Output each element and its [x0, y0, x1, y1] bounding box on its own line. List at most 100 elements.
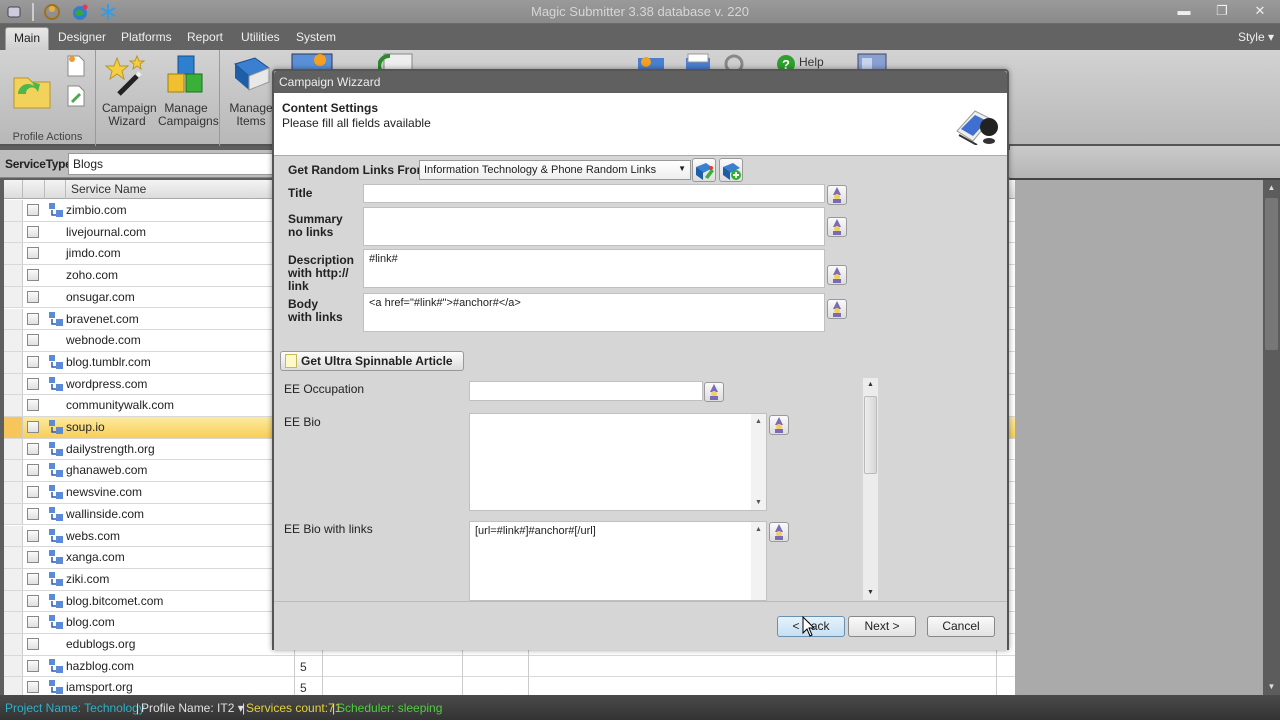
row-selector[interactable] [4, 330, 23, 351]
row-selector[interactable] [4, 200, 23, 221]
cancel-button[interactable]: Cancel [927, 616, 995, 637]
bio-scrollbar[interactable]: ▲ ▼ [751, 414, 766, 510]
row-checkbox[interactable] [27, 659, 39, 672]
row-checkbox[interactable] [27, 638, 39, 650]
summary-input[interactable] [363, 207, 825, 246]
row-checkbox[interactable] [27, 507, 39, 520]
summary-spin-button[interactable] [827, 217, 847, 237]
checkbox-column-header[interactable] [23, 180, 45, 199]
table-row[interactable]: hazblog.com 5 [4, 655, 1015, 678]
add-links-button[interactable] [719, 158, 743, 182]
row-checkbox[interactable] [27, 529, 39, 542]
icon-column-header[interactable] [45, 180, 66, 199]
body-input[interactable]: <a href="#link#">#anchor#</a> [363, 293, 825, 332]
row-selector[interactable] [4, 568, 23, 590]
tab-designer[interactable]: Designer [50, 27, 114, 50]
main-scrollbar[interactable]: ▲ ▼ [1263, 180, 1280, 695]
row-checkbox[interactable] [27, 269, 39, 282]
tab-utilities[interactable]: Utilities [233, 27, 288, 50]
bio-spin-button[interactable] [769, 415, 789, 435]
row-selector[interactable] [4, 438, 23, 460]
random-links-select[interactable]: Information Technology & Phone Random Li… [419, 160, 691, 180]
open-profile-button[interactable] [10, 64, 54, 116]
row-checkbox[interactable] [27, 355, 39, 368]
help-button[interactable]: ? Help [776, 54, 824, 70]
row-selector[interactable] [4, 308, 23, 330]
tab-report[interactable]: Report [179, 27, 231, 50]
row-checkbox[interactable] [27, 421, 39, 433]
row-selector[interactable] [4, 265, 23, 286]
campaign-wizard-button[interactable]: Campaign Wizard [102, 54, 157, 128]
bio-input[interactable]: ▲ ▼ [469, 413, 767, 511]
row-selector[interactable] [4, 634, 23, 655]
row-checkbox[interactable] [27, 616, 39, 629]
occupation-input[interactable] [469, 381, 703, 401]
get-spinnable-article-button[interactable]: Get Ultra Spinnable Article [280, 351, 464, 371]
row-checkbox[interactable] [27, 290, 39, 303]
description-spin-button[interactable] [827, 265, 847, 285]
row-checkbox[interactable] [27, 464, 39, 477]
title-input[interactable] [363, 184, 825, 203]
edit-links-button[interactable] [692, 158, 716, 182]
row-selector[interactable] [4, 503, 23, 525]
table-row[interactable]: iamsport.org 5 [4, 677, 1015, 695]
body-spin-button[interactable] [827, 299, 847, 319]
row-checkbox[interactable] [27, 572, 39, 585]
row-selector[interactable] [4, 525, 23, 547]
scroll-up-arrow[interactable]: ▲ [1263, 180, 1280, 196]
row-checkbox[interactable] [27, 377, 39, 390]
scroll-thumb[interactable] [864, 396, 877, 474]
status-profile-dropdown[interactable]: Profile Name: IT2 ▾ [141, 701, 244, 715]
row-checkbox[interactable] [27, 334, 39, 347]
new-profile-button[interactable] [66, 54, 86, 82]
tab-platforms[interactable]: Platforms [113, 27, 180, 50]
next-button[interactable]: Next > [848, 616, 916, 637]
scroll-thumb[interactable] [1265, 198, 1278, 350]
title-spin-button[interactable] [827, 185, 847, 205]
row-selector[interactable] [4, 612, 23, 633]
row-selector[interactable] [4, 286, 23, 308]
row-checkbox[interactable] [27, 681, 39, 694]
row-selector[interactable] [4, 655, 23, 677]
row-checkbox[interactable] [27, 225, 39, 238]
row-selector[interactable] [4, 677, 23, 695]
manage-campaigns-button[interactable]: Manage Campaigns [158, 54, 219, 128]
row-selector[interactable] [4, 395, 23, 416]
row-selector[interactable] [4, 243, 23, 265]
select-all-cell[interactable] [4, 180, 23, 199]
row-selector[interactable] [4, 460, 23, 482]
edit-profile-button[interactable] [66, 84, 86, 112]
row-checkbox[interactable] [27, 551, 39, 564]
scroll-down-arrow[interactable]: ▼ [1263, 679, 1280, 695]
restore-button[interactable]: ❐ [1212, 2, 1232, 20]
service-name-column-header[interactable]: Service Name [66, 180, 294, 199]
minimize-button[interactable]: ▬ [1174, 2, 1194, 20]
description-input[interactable]: #link# [363, 249, 825, 288]
style-dropdown[interactable]: Style ▾ [1238, 30, 1274, 44]
bio-links-spin-button[interactable] [769, 522, 789, 542]
row-selector[interactable] [4, 482, 23, 503]
tab-system[interactable]: System [288, 27, 344, 50]
extra-fields-scrollbar[interactable]: ▲ ▼ [863, 378, 878, 600]
occupation-spin-button[interactable] [704, 382, 724, 402]
tab-main[interactable]: Main [5, 27, 50, 50]
row-selector[interactable] [4, 547, 23, 568]
scroll-down-arrow[interactable]: ▼ [863, 586, 878, 600]
row-checkbox[interactable] [27, 204, 39, 216]
manage-items-button[interactable]: Manage Items [226, 54, 276, 128]
row-selector[interactable] [4, 373, 23, 395]
bio-links-input[interactable]: [url=#link#]#anchor#[/url] ▲ [469, 521, 767, 601]
service-type-select[interactable]: Blogs [68, 153, 288, 175]
scroll-up-arrow[interactable]: ▲ [863, 378, 878, 392]
row-checkbox[interactable] [27, 247, 39, 260]
row-selector[interactable] [4, 417, 23, 438]
row-selector[interactable] [4, 590, 23, 612]
row-checkbox[interactable] [27, 399, 39, 412]
close-button[interactable]: ✕ [1250, 2, 1270, 20]
bio-links-scrollbar[interactable]: ▲ [751, 522, 766, 600]
row-checkbox[interactable] [27, 486, 39, 499]
row-checkbox[interactable] [27, 442, 39, 455]
row-selector[interactable] [4, 351, 23, 373]
row-checkbox[interactable] [27, 594, 39, 607]
row-checkbox[interactable] [27, 312, 39, 325]
